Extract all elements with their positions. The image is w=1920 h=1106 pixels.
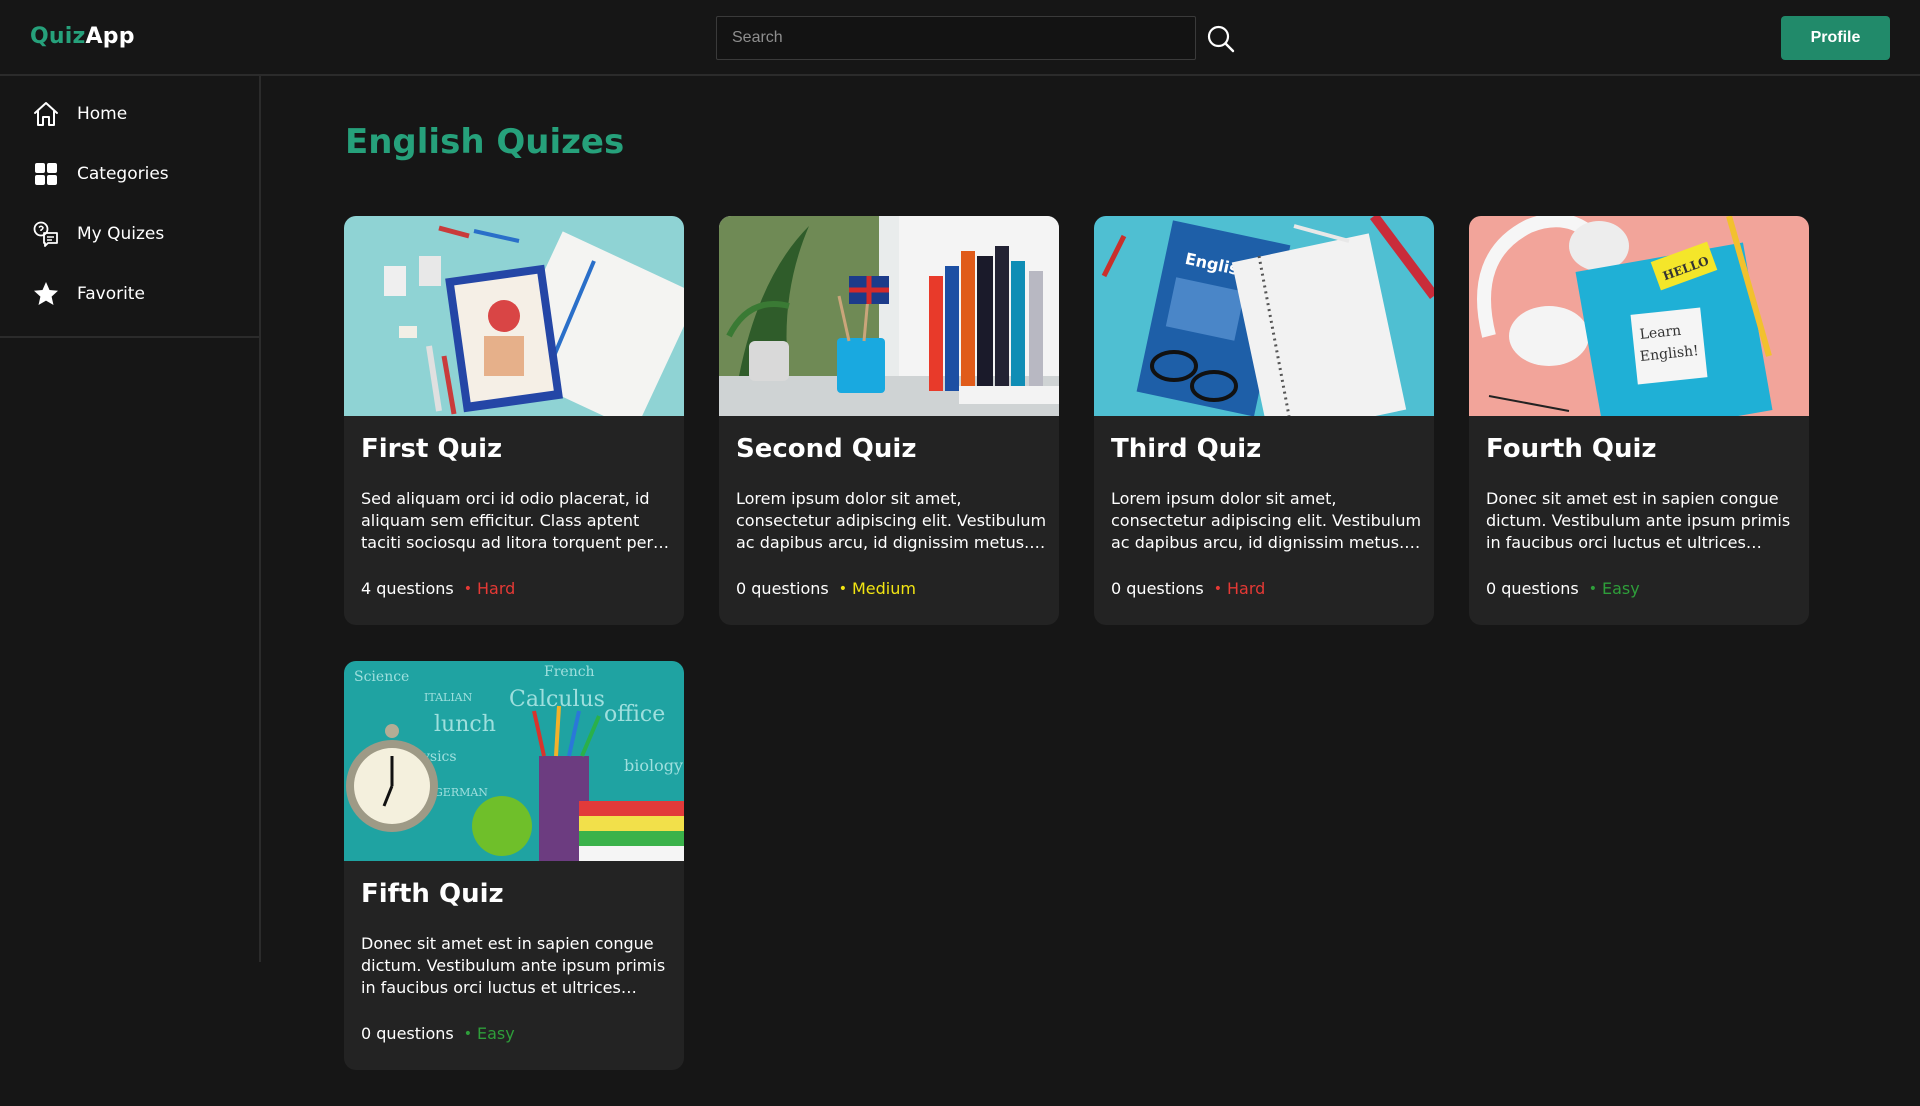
board-word: office: [604, 702, 665, 727]
board-word: Science: [354, 669, 409, 685]
board-word: GERMAN: [434, 786, 488, 799]
board-word: French: [544, 664, 595, 680]
sidebar: Home Categories My Quizes Favorite: [0, 76, 261, 962]
sidebar-item-label: Favorite: [77, 284, 145, 304]
quiz-card-description: Sed aliquam orci id odio placerat, id al…: [361, 489, 654, 552]
logo-app-text: App: [85, 24, 135, 49]
difficulty-badge: Hard: [1227, 579, 1266, 598]
quiz-card-meta: 0 questions • Medium: [736, 579, 916, 598]
quiz-card[interactable]: First Quiz Sed aliquam orci id odio plac…: [344, 216, 684, 625]
grid-icon: [32, 160, 60, 188]
quiz-card-title: Third Quiz: [1111, 434, 1262, 464]
profile-button[interactable]: Profile: [1781, 16, 1890, 60]
difficulty-dot: •: [463, 580, 472, 597]
difficulty-dot: •: [1588, 580, 1597, 597]
page-title: English Quizes: [345, 122, 625, 162]
difficulty-badge: Easy: [477, 1024, 515, 1043]
board-word: ITALIAN: [424, 691, 473, 704]
star-icon: [32, 280, 60, 308]
quiz-card-meta: 0 questions • Easy: [1486, 579, 1640, 598]
quiz-card-title: Second Quiz: [736, 434, 917, 464]
sidebar-item-my-quizes[interactable]: My Quizes: [0, 204, 259, 264]
quiz-card-meta: 0 questions • Easy: [361, 1024, 515, 1043]
quiz-card-meta: 4 questions • Hard: [361, 579, 515, 598]
logo-quiz-text: Quiz: [30, 24, 86, 49]
quiz-card-image: [344, 216, 684, 416]
question-count: 0 questions: [361, 1024, 454, 1043]
sidebar-item-label: Categories: [77, 164, 169, 184]
difficulty-dot: •: [838, 580, 847, 597]
quiz-card-meta: 0 questions • Hard: [1111, 579, 1265, 598]
search-button[interactable]: [1204, 22, 1238, 56]
sidebar-item-label: My Quizes: [77, 224, 165, 244]
search-icon: [1207, 25, 1235, 53]
quiz-card-image: [719, 216, 1059, 416]
difficulty-badge: Hard: [477, 579, 516, 598]
board-word: lunch: [434, 712, 496, 737]
sidebar-item-categories[interactable]: Categories: [0, 144, 259, 204]
quiz-card[interactable]: Science ITALIAN lunch Calculus office Fr…: [344, 661, 684, 1070]
quiz-card[interactable]: Learn English! HELLO Fourth Quiz Donec s…: [1469, 216, 1809, 625]
question-count: 0 questions: [1486, 579, 1579, 598]
top-navbar: QuizApp Profile: [0, 0, 1920, 76]
quiz-card-image: Learn English! HELLO: [1469, 216, 1809, 416]
quiz-card-description: Lorem ipsum dolor sit amet, consectetur …: [1111, 489, 1422, 552]
difficulty-badge: Easy: [1602, 579, 1640, 598]
quiz-card-description: Donec sit amet est in sapien congue dict…: [361, 934, 666, 997]
quiz-card[interactable]: Second Quiz Lorem ipsum dolor sit amet, …: [719, 216, 1059, 625]
sidebar-item-home[interactable]: Home: [0, 84, 259, 144]
home-icon: [32, 100, 60, 128]
difficulty-dot: •: [1213, 580, 1222, 597]
quiz-card-title: Fourth Quiz: [1486, 434, 1657, 464]
quiz-card-description: Lorem ipsum dolor sit amet, consectetur …: [736, 489, 1047, 552]
search-input[interactable]: [716, 16, 1196, 60]
app-logo[interactable]: QuizApp: [30, 24, 135, 49]
quiz-card-description: Donec sit amet est in sapien congue dict…: [1486, 489, 1791, 552]
difficulty-dot: •: [463, 1025, 472, 1042]
difficulty-badge: Medium: [852, 579, 916, 598]
question-count: 0 questions: [736, 579, 829, 598]
quiz-card[interactable]: English Third Quiz Lorem ipsum dolor sit…: [1094, 216, 1434, 625]
question-count: 0 questions: [1111, 579, 1204, 598]
quiz-card-title: First Quiz: [361, 434, 503, 464]
quiz-card-title: Fifth Quiz: [361, 879, 504, 909]
board-word: biology: [624, 756, 683, 775]
question-count: 4 questions: [361, 579, 454, 598]
sidebar-menu: Home Categories My Quizes Favorite: [0, 76, 259, 338]
quiz-card-image: Science ITALIAN lunch Calculus office Fr…: [344, 661, 684, 861]
sidebar-item-favorite[interactable]: Favorite: [0, 264, 259, 324]
quiz-card-image: English: [1094, 216, 1434, 416]
sidebar-item-label: Home: [77, 104, 128, 124]
quiz-list-icon: [32, 220, 60, 248]
